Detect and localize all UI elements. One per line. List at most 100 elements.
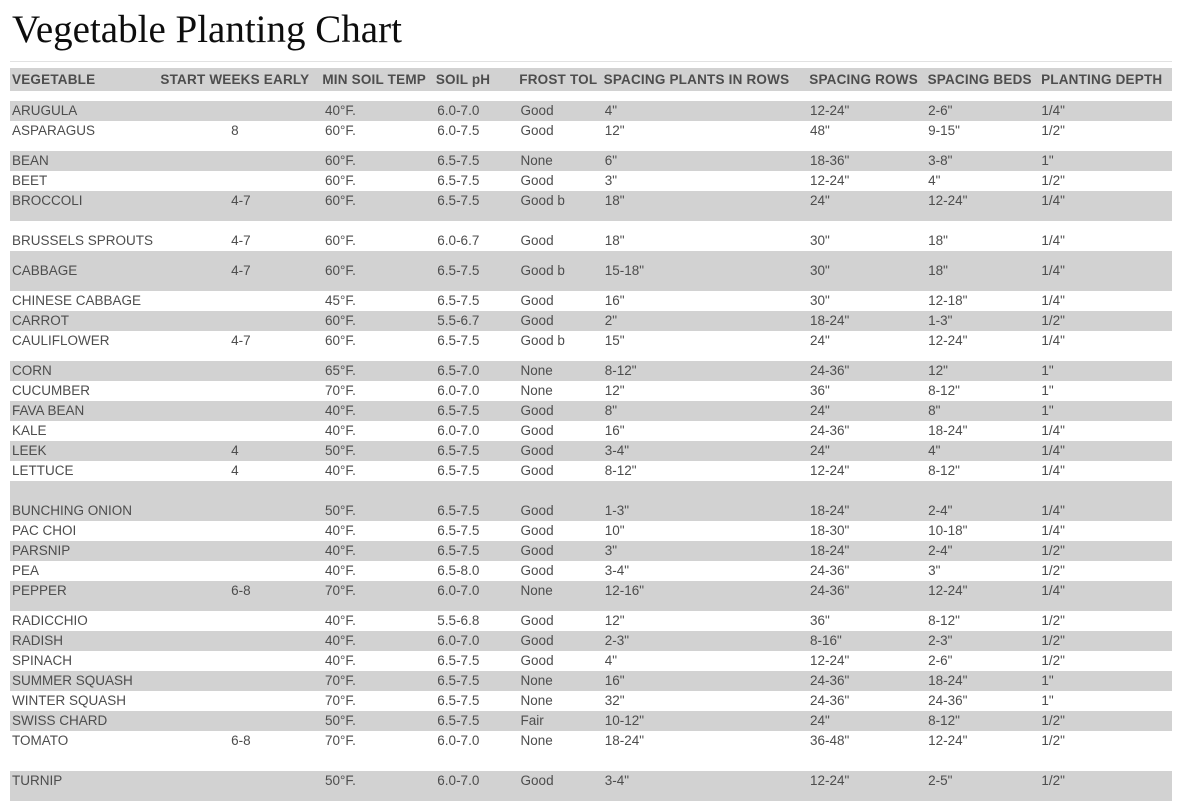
- cell-spacing-rows: 30": [809, 233, 830, 248]
- cell-spacing-beds: 8-12": [928, 613, 960, 628]
- cell-spacing-rows: 24-36": [809, 423, 850, 438]
- cell-soil-ph: 6.0-7.0: [437, 733, 480, 748]
- cell-spacing-rows: 18-24": [809, 313, 850, 328]
- cell-spacing-rows: 8-16": [809, 633, 842, 648]
- cell-frost-tol: Good: [520, 403, 554, 418]
- table-row: CHINESE CABBAGE 45°F. 6.5-7.5 Good 16" 30" 12-…: [10, 291, 1172, 311]
- row-group-spacer: [10, 221, 1172, 231]
- cell-min-soil-temp: 70°F.: [325, 583, 356, 598]
- cell-frost-tol: Good: [520, 653, 554, 668]
- cell-frost-tol: None: [520, 153, 553, 168]
- cell-spacing-rows: 24": [809, 333, 830, 348]
- cell-frost-tol: Good: [520, 543, 554, 558]
- cell-spacing-rows: 30": [809, 263, 830, 278]
- cell-frost-tol: None: [520, 583, 553, 598]
- cell-spacing-plants-in-rows: 15-18": [604, 263, 645, 278]
- cell-spacing-rows: 24-36": [809, 673, 850, 688]
- cell-planting-depth: 1/4": [1041, 463, 1065, 478]
- cell-soil-ph: 5.5-6.8: [437, 613, 480, 628]
- cell-spacing-beds: 8-12": [928, 383, 960, 398]
- cell-vegetable: LEEK: [12, 443, 47, 458]
- row-group-spacer: [10, 141, 1172, 151]
- cell-spacing-beds: 12": [928, 363, 948, 378]
- cell-planting-depth: 1/2": [1041, 613, 1065, 628]
- table-row: KALE 40°F. 6.0-7.0 Good 16" 24-36" 18-24" 1/4": [10, 421, 1172, 441]
- table-row: PEA 40°F. 6.5-8.0 Good 3-4" 24-36" 3" 1/2": [10, 561, 1172, 581]
- cell-spacing-plants-in-rows: 10": [604, 523, 625, 538]
- row-group-spacer: [10, 761, 1172, 771]
- cell-planting-depth: 1/2": [1041, 123, 1065, 138]
- cell-soil-ph: 6.5-7.5: [437, 523, 480, 538]
- cell-spacing-plants-in-rows: 8-12": [604, 363, 637, 378]
- planting-chart-table: VEGETABLE START WEEKS EARLY MIN SOIL TEMP S…: [0, 68, 1184, 801]
- table-row: WINTER SQUASH 70°F. 6.5-7.5 None 32" 24-36" 24…: [10, 691, 1172, 711]
- cell-vegetable: BRUSSELS SPROUTS: [12, 233, 154, 248]
- cell-spacing-beds: 12-24": [928, 583, 968, 598]
- cell-min-soil-temp: 50°F.: [325, 773, 356, 788]
- table-row: BEAN 60°F. 6.5-7.5 None 6" 18-36" 3-8" 1": [10, 151, 1172, 171]
- cell-soil-ph: 6.5-7.5: [437, 693, 480, 708]
- cell-start-weeks-early: 8: [231, 123, 239, 138]
- column-header-start-weeks-early: START WEEKS EARLY: [160, 72, 310, 87]
- cell-soil-ph: 6.0-7.0: [437, 103, 480, 118]
- cell-spacing-rows: 18-30": [809, 523, 850, 538]
- cell-spacing-rows: 30": [809, 293, 830, 308]
- table-row: CABBAGE 4-7 60°F. 6.5-7.5 Good b 15-18" 30" 18"…: [10, 261, 1172, 281]
- cell-spacing-rows: 24-36": [809, 363, 850, 378]
- cell-soil-ph: 6.0-7.0: [437, 633, 480, 648]
- cell-vegetable: PARSNIP: [12, 543, 71, 558]
- cell-min-soil-temp: 40°F.: [325, 543, 356, 558]
- table-row: LETTUCE 4 40°F. 6.5-7.5 Good 8-12" 12-24" 8-12"…: [10, 461, 1172, 481]
- table-row: BRUSSELS SPROUTS 4-7 60°F. 6.0-6.7 Good 18" 30…: [10, 231, 1172, 251]
- cell-planting-depth: 1/4": [1041, 443, 1065, 458]
- cell-spacing-rows: 12-24": [809, 653, 850, 668]
- cell-spacing-rows: 18-24": [809, 503, 850, 518]
- cell-spacing-plants-in-rows: 4": [604, 653, 618, 668]
- cell-spacing-plants-in-rows: 12-16": [604, 583, 645, 598]
- cell-spacing-plants-in-rows: 2-3": [604, 633, 630, 648]
- cell-vegetable: BEET: [12, 173, 48, 188]
- cell-frost-tol: Good: [520, 313, 554, 328]
- cell-spacing-plants-in-rows: 12": [604, 613, 625, 628]
- cell-vegetable: SUMMER SQUASH: [12, 673, 133, 688]
- cell-vegetable: TURNIP: [12, 773, 63, 788]
- table-row: FAVA BEAN 40°F. 6.5-7.5 Good 8" 24" 8" 1": [10, 401, 1172, 421]
- cell-min-soil-temp: 70°F.: [325, 733, 356, 748]
- table-row: ASPARAGUS 8 60°F. 6.0-7.5 Good 12" 48" 9-15" 1/2…: [10, 121, 1172, 141]
- cell-vegetable: PEPPER: [12, 583, 67, 598]
- cell-spacing-rows: 12-24": [809, 103, 850, 118]
- cell-frost-tol: Good b: [520, 193, 565, 208]
- cell-min-soil-temp: 60°F.: [325, 193, 356, 208]
- cell-vegetable: CABBAGE: [12, 263, 78, 278]
- cell-spacing-rows: 24-36": [809, 583, 850, 598]
- cell-spacing-beds: 24-36": [928, 693, 968, 708]
- table-row: CORN 65°F. 6.5-7.0 None 8-12" 24-36" 12" 1": [10, 361, 1172, 381]
- cell-frost-tol: Good: [520, 633, 554, 648]
- cell-vegetable: PAC CHOI: [12, 523, 77, 538]
- cell-vegetable: BROCCOLI: [12, 193, 83, 208]
- cell-spacing-plants-in-rows: 1-3": [604, 503, 630, 518]
- cell-min-soil-temp: 70°F.: [325, 693, 356, 708]
- cell-vegetable: SPINACH: [12, 653, 73, 668]
- cell-spacing-beds: 12-24": [928, 193, 968, 208]
- cell-spacing-rows: 12-24": [809, 173, 850, 188]
- table-row: TOMATO 6-8 70°F. 6.0-7.0 None 18-24" 36-48" 12-…: [10, 731, 1172, 751]
- table-row: CUCUMBER 70°F. 6.0-7.0 None 12" 36" 8-12" 1": [10, 381, 1172, 401]
- table-row: SWISS CHARD 50°F. 6.5-7.5 Fair 10-12" 24" 8-12…: [10, 711, 1172, 731]
- cell-soil-ph: 6.5-7.5: [437, 653, 480, 668]
- cell-vegetable: CAULIFLOWER: [12, 333, 110, 348]
- cell-start-weeks-early: 4-7: [231, 263, 251, 278]
- table-row: CAULIFLOWER 4-7 60°F. 6.5-7.5 Good b 15" 24" 12…: [10, 331, 1172, 351]
- cell-frost-tol: Good: [520, 233, 554, 248]
- cell-min-soil-temp: 60°F.: [325, 233, 356, 248]
- cell-spacing-rows: 12-24": [809, 463, 850, 478]
- cell-planting-depth: 1/4": [1041, 103, 1065, 118]
- cell-soil-ph: 6.5-7.5: [437, 463, 480, 478]
- cell-spacing-beds: 12-18": [928, 293, 968, 308]
- row-group-spacer: [10, 251, 1172, 261]
- cell-min-soil-temp: 60°F.: [325, 263, 356, 278]
- vegetable-planting-chart-page: Vegetable Planting Chart VEGETABLE START …: [0, 0, 1184, 801]
- cell-vegetable: CORN: [12, 363, 52, 378]
- cell-spacing-plants-in-rows: 8-12": [604, 463, 637, 478]
- cell-spacing-plants-in-rows: 3-4": [604, 773, 630, 788]
